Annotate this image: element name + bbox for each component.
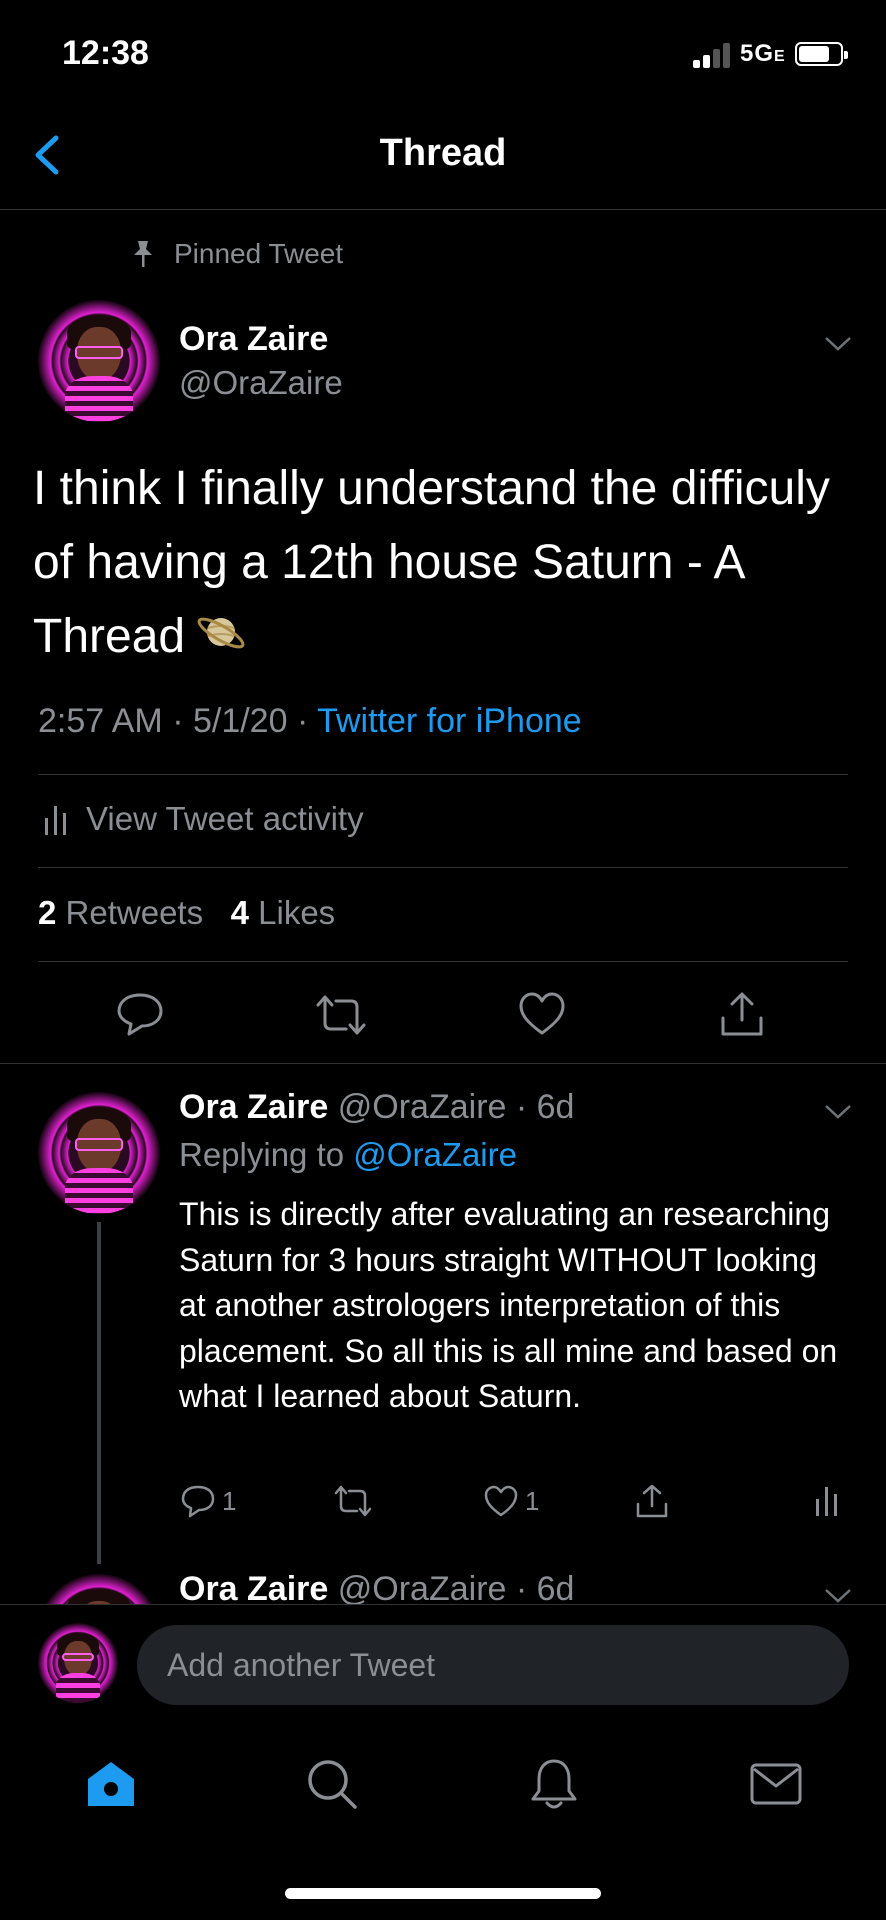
reply-count: 1	[222, 1485, 237, 1516]
author-handle[interactable]: @OraZaire	[179, 364, 343, 402]
network-indicator: 5GE	[740, 40, 786, 68]
status-time: 12:38	[62, 34, 149, 72]
like-action[interactable]: 1	[483, 1484, 539, 1518]
analytics-icon	[45, 806, 66, 835]
page-title: Thread	[379, 132, 507, 174]
reply-author-name[interactable]: Ora Zaire	[179, 1088, 328, 1126]
replying-to-handle[interactable]: @OraZaire	[353, 1136, 517, 1173]
network-suffix: E	[774, 48, 786, 65]
home-icon	[88, 1762, 134, 1806]
next-tweet[interactable]: Ora Zaire @OraZaire · 6d	[0, 1572, 886, 1604]
tweet-time: 2:57 AM	[38, 702, 163, 740]
tweet-source[interactable]: Twitter for iPhone	[317, 702, 582, 740]
next-author-name[interactable]: Ora Zaire	[179, 1572, 328, 1604]
reply-icon	[181, 1485, 215, 1518]
pinned-label: Pinned Tweet	[174, 238, 344, 269]
retweet-icon	[334, 1485, 372, 1517]
avatar[interactable]	[38, 1092, 160, 1214]
reply-header: Ora Zaire @OraZaire · 6d	[179, 1088, 575, 1126]
divider	[38, 961, 848, 962]
tab-messages[interactable]	[746, 1754, 806, 1814]
share-action[interactable]	[634, 1483, 676, 1519]
tweet-text: I think I finally understand the difficu…	[33, 452, 863, 674]
saturn-emoji-icon	[197, 617, 245, 649]
status-bar: 12:38 5GE	[0, 0, 886, 110]
tab-home[interactable]	[81, 1754, 141, 1814]
reply-icon[interactable]	[115, 991, 165, 1037]
replying-to: Replying to @OraZaire	[179, 1136, 517, 1174]
pinned-indicator: Pinned Tweet	[130, 238, 343, 270]
tab-search[interactable]	[302, 1754, 362, 1814]
notifications-icon	[531, 1759, 577, 1809]
battery-icon	[795, 42, 848, 66]
retweets-stat[interactable]: 2 Retweets	[38, 894, 203, 931]
analytics-action[interactable]	[815, 1485, 845, 1517]
next-author-handle[interactable]: @OraZaire	[338, 1572, 507, 1604]
signal-icon	[693, 42, 737, 68]
chevron-down-icon[interactable]	[823, 1102, 853, 1122]
retweet-count: 2	[38, 894, 57, 931]
thread-connector	[97, 1222, 101, 1564]
reply-action[interactable]: 1	[180, 1484, 236, 1518]
like-label: Likes	[258, 894, 336, 931]
share-icon	[636, 1484, 668, 1518]
retweet-icon[interactable]	[314, 993, 368, 1037]
avatar	[38, 1623, 118, 1703]
chevron-down-icon[interactable]	[823, 1586, 853, 1604]
add-tweet-input[interactable]	[137, 1625, 849, 1705]
divider	[0, 1063, 886, 1064]
like-icon	[484, 1485, 518, 1517]
retweet-label: Retweets	[65, 894, 204, 931]
tweet-stats: 2 Retweets 4 Likes	[38, 894, 335, 932]
tweet-date: 5/1/20	[192, 702, 288, 740]
divider	[38, 774, 848, 775]
reply-like-count: 1	[525, 1485, 540, 1516]
avatar[interactable]	[38, 300, 160, 422]
share-icon[interactable]	[718, 990, 766, 1038]
analytics-icon	[816, 1487, 837, 1516]
next-tweet-header: Ora Zaire @OraZaire · 6d	[179, 1572, 574, 1604]
pin-icon	[134, 241, 152, 267]
search-icon	[308, 1760, 357, 1809]
messages-icon	[750, 1763, 802, 1805]
tweet-meta: 2:57 AM · 5/1/20 · Twitter for iPhone	[38, 702, 582, 740]
view-activity-link[interactable]: View Tweet activity	[44, 800, 364, 838]
chevron-down-icon[interactable]	[823, 334, 853, 354]
reply-text: This is directly after evaluating an res…	[179, 1196, 838, 1414]
network-type: 5G	[740, 40, 775, 67]
likes-stat[interactable]: 4 Likes	[231, 894, 336, 931]
view-activity-label: View Tweet activity	[86, 800, 364, 837]
reply-composer	[0, 1604, 886, 1716]
author-name[interactable]: Ora Zaire	[179, 320, 328, 359]
replying-label: Replying to	[179, 1136, 345, 1173]
reply-age: 6d	[536, 1088, 575, 1126]
avatar[interactable]	[38, 1574, 160, 1604]
reply-author-handle[interactable]: @OraZaire	[338, 1088, 507, 1126]
home-indicator[interactable]	[285, 1888, 601, 1899]
like-count: 4	[230, 894, 249, 931]
tweet-text-body: I think I finally understand the difficu…	[33, 462, 830, 663]
tab-notifications[interactable]	[524, 1754, 584, 1814]
nav-bar: Thread	[0, 110, 886, 210]
like-icon[interactable]	[518, 991, 566, 1037]
divider	[38, 867, 848, 868]
next-tweet-age: 6d	[536, 1572, 575, 1604]
retweet-action[interactable]	[333, 1484, 379, 1518]
